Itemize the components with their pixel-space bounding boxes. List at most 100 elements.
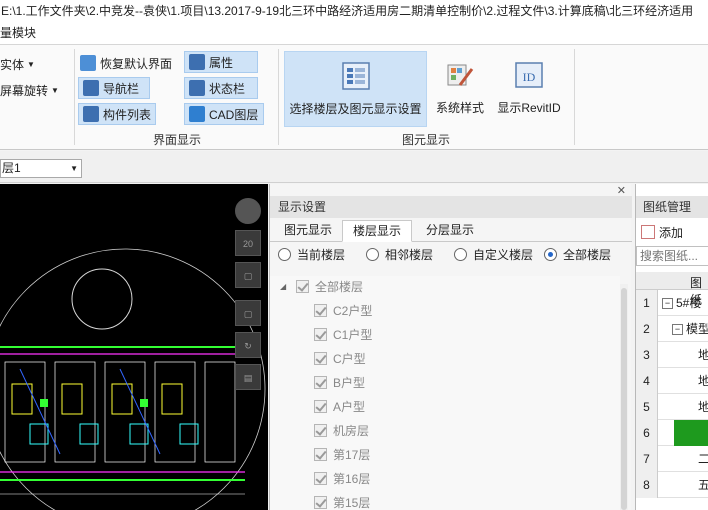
row-number: 7 <box>636 446 658 472</box>
zoom-badge[interactable]: 20 <box>235 230 261 256</box>
radio-dot <box>366 248 379 261</box>
menu-bar: 量模块 <box>0 22 708 44</box>
checkbox[interactable] <box>314 447 327 461</box>
floor-element-display-settings-button[interactable]: 选择楼层及图元显示设置 <box>284 51 427 127</box>
drawing-search-input[interactable] <box>636 246 708 266</box>
component-list-toggle[interactable]: 构件列表 <box>78 103 156 125</box>
orbit-ball-icon[interactable] <box>235 198 261 224</box>
tree-root-all-floors[interactable]: ◢ 全部楼层 <box>280 274 363 298</box>
floor-tree: ◢ 全部楼层 C2户型 C1户型 C户型 B户型 A户型 机房层 第17层 第1… <box>270 276 620 510</box>
cube-view-icon[interactable]: ▢ <box>235 262 261 288</box>
tree-label: 第15层 <box>333 495 371 510</box>
tab-element-display[interactable]: 图元显示 <box>274 220 342 242</box>
tree-item[interactable]: 机房层 <box>314 418 369 442</box>
tree-label: C2户型 <box>333 303 373 318</box>
row-number: 1 <box>636 290 658 316</box>
table-row[interactable]: 4 地 <box>636 368 708 394</box>
restore-default-ui-label: 恢复默认界面 <box>100 56 173 71</box>
navbar-toggle[interactable]: 导航栏 <box>78 77 150 99</box>
show-revit-id-label: 显示RevitID <box>497 101 561 115</box>
floor-select-value: 层1 <box>2 161 21 175</box>
scrollbar-thumb[interactable] <box>621 288 627 510</box>
title-bar: E:\1.工作文件夹\2.中竞发--袁侠\1.项目\13.2017-9-19北三… <box>0 0 708 22</box>
tree-item[interactable]: 第16层 <box>314 466 370 490</box>
show-revit-id-button[interactable]: ID 显示RevitID <box>494 51 564 127</box>
properties-toggle[interactable]: 属性 <box>184 51 258 73</box>
row-text: 模型 <box>686 322 708 336</box>
restore-layout-icon <box>80 55 96 71</box>
tree-item[interactable]: B户型 <box>314 370 365 394</box>
tree-label: 全部楼层 <box>315 279 364 294</box>
table-row[interactable]: 7 二 <box>636 446 708 472</box>
id-card-icon: ID <box>515 62 543 88</box>
row-text: 地 <box>698 374 708 388</box>
properties-label: 属性 <box>209 55 234 70</box>
checkbox[interactable] <box>314 375 327 389</box>
radio-label: 自定义楼层 <box>473 248 534 262</box>
tree-item[interactable]: C1户型 <box>314 322 372 346</box>
tree-item[interactable]: C2户型 <box>314 298 372 322</box>
tree-label: B户型 <box>333 375 366 390</box>
floor-select[interactable]: 层1 ▼ <box>0 159 82 178</box>
checkbox[interactable] <box>314 423 327 437</box>
collapse-icon[interactable]: − <box>662 298 673 310</box>
table-row[interactable]: 3 地 <box>636 342 708 368</box>
system-style-button[interactable]: 系统样式 <box>432 51 488 127</box>
checkbox[interactable] <box>314 327 327 341</box>
display-tabs: 图元显示 楼层显示 分层显示 <box>270 220 632 242</box>
table-row[interactable]: 2 − 模型 <box>636 316 708 342</box>
box-view-icon[interactable]: ▢ <box>235 300 261 326</box>
tree-item[interactable]: A户型 <box>314 394 365 418</box>
tree-item[interactable]: 第17层 <box>314 442 370 466</box>
checkbox[interactable] <box>314 495 327 509</box>
rotate-view-icon[interactable]: ↻ <box>235 332 261 358</box>
tree-item[interactable]: 第15层 <box>314 490 370 510</box>
screen-rotate-dropdown[interactable]: 屏幕旋转 ▼ <box>0 79 59 101</box>
row-text: 五 <box>698 478 708 492</box>
tree-scrollbar[interactable] <box>620 284 628 510</box>
radio-adjacent-floors[interactable]: 相邻楼层 <box>366 246 433 263</box>
dropdown-arrow-icon: ▼ <box>51 85 59 95</box>
collapse-icon[interactable]: − <box>672 324 683 336</box>
drawing-canvas[interactable]: 20 ▢ ▢ ↻ ▤ <box>0 184 268 510</box>
row-text: 二 <box>698 452 708 466</box>
floor-element-display-settings-label: 选择楼层及图元显示设置 <box>289 102 422 116</box>
screen-rotate-label: 屏幕旋转 <box>0 83 49 98</box>
add-drawing-label: 添加 <box>659 225 684 240</box>
table-row[interactable]: 5 地 <box>636 394 708 420</box>
checkbox[interactable] <box>314 351 327 365</box>
radio-dot <box>454 248 467 261</box>
table-row[interactable]: 8 五 <box>636 472 708 498</box>
drawing-panel-title: 图纸管理 <box>636 196 708 218</box>
layer-view-icon[interactable]: ▤ <box>235 364 261 390</box>
checkbox[interactable] <box>296 279 309 293</box>
row-text: 5#楼 <box>676 296 702 310</box>
radio-all-floors[interactable]: 全部楼层 <box>544 246 611 263</box>
ribbon-separator <box>278 49 279 145</box>
tree-item[interactable]: C户型 <box>314 346 366 370</box>
cad-layer-toggle[interactable]: CAD图层 <box>184 103 264 125</box>
radio-custom-floors[interactable]: 自定义楼层 <box>454 246 533 263</box>
tab-layer-display[interactable]: 分层显示 <box>416 220 484 242</box>
entity-label: 实体 <box>0 57 25 72</box>
tree-label: C户型 <box>333 351 366 366</box>
restore-default-ui-button[interactable]: 恢复默认界面 <box>80 52 172 74</box>
checkbox[interactable] <box>314 471 327 485</box>
ribbon: 实体 ▼ 屏幕旋转 ▼ 恢复默认界面 属性 导航栏 状态栏 构件列表 CAD图层… <box>0 44 708 150</box>
collapse-triangle-icon[interactable]: ◢ <box>280 282 290 291</box>
selected-row-highlight <box>674 420 708 446</box>
radio-current-floor[interactable]: 当前楼层 <box>278 246 345 263</box>
table-row[interactable]: 1 −5#楼 <box>636 290 708 316</box>
radio-label: 相邻楼层 <box>385 248 434 262</box>
add-drawing-button[interactable]: 添加 <box>641 222 683 242</box>
row-number: 4 <box>636 368 658 394</box>
table-row-selected[interactable]: 6 <box>636 420 708 446</box>
checkbox[interactable] <box>314 399 327 413</box>
checkbox[interactable] <box>314 303 327 317</box>
entity-dropdown[interactable]: 实体 ▼ <box>0 53 35 75</box>
chevron-down-icon: ▼ <box>70 164 78 173</box>
menu-item-module[interactable]: 量模块 <box>0 26 36 40</box>
statusbar-toggle[interactable]: 状态栏 <box>184 77 258 99</box>
tab-floor-display[interactable]: 楼层显示 <box>342 220 413 242</box>
zoom-badge-value: 20 <box>242 239 253 249</box>
